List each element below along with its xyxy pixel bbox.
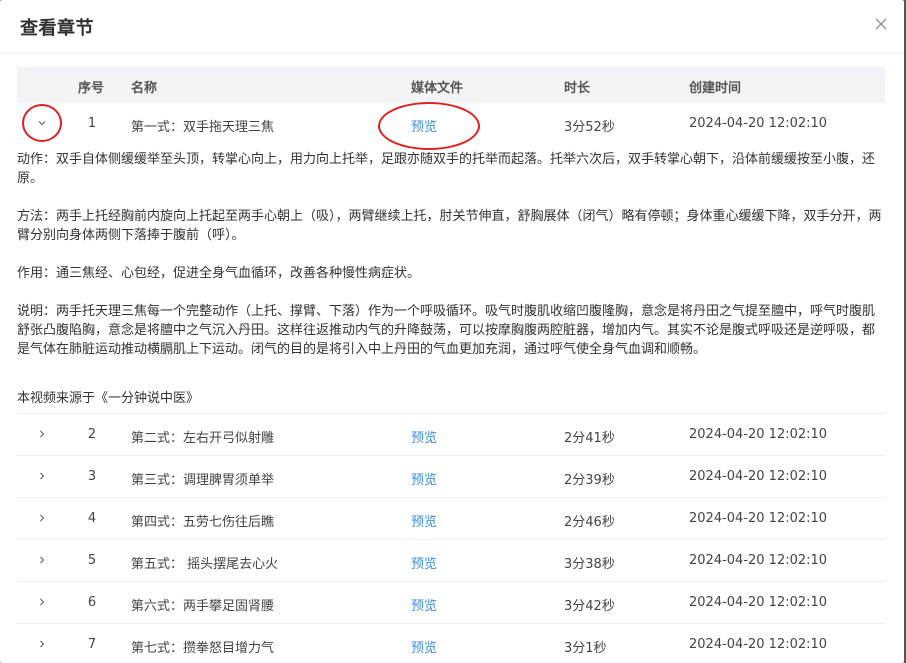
row-duration: 3分52秒 xyxy=(564,120,615,135)
row-created: 2024-04-20 12:02:10 xyxy=(689,553,828,568)
detail-source: 本视频来源于《一分钟说中医》 xyxy=(17,391,200,406)
chevron-down-icon xyxy=(38,121,46,126)
header-created: 创建时间 xyxy=(689,81,742,96)
chevron-right-icon xyxy=(40,472,45,480)
expand-toggle[interactable] xyxy=(31,465,53,487)
chevron-right-icon xyxy=(40,640,45,648)
header-media: 媒体文件 xyxy=(411,81,464,96)
dialog-header: 查看章节 xyxy=(0,0,904,53)
row-index: 7 xyxy=(87,637,97,652)
expand-toggle[interactable] xyxy=(31,507,53,529)
table-row: 3 第三式：调理脾胃须单举 预览 2分39秒 2024-04-20 12:02:… xyxy=(17,456,885,498)
preview-link[interactable]: 预览 xyxy=(411,553,437,572)
row-created: 2024-04-20 12:02:10 xyxy=(689,427,828,442)
expand-toggle[interactable] xyxy=(31,633,53,655)
row-name: 第三式：调理脾胃须单举 xyxy=(131,473,275,488)
preview-link[interactable]: 预览 xyxy=(411,637,437,656)
row-index: 5 xyxy=(87,553,97,568)
row-name: 第七式：攒拳怒目增力气 xyxy=(131,641,275,656)
chapter-table: 序号 名称 媒体文件 时长 创建时间 1 第一式：双手拖天理三焦 预览 3分52… xyxy=(17,67,885,143)
row-created: 2024-04-20 12:02:10 xyxy=(689,595,828,610)
expand-toggle[interactable] xyxy=(31,423,53,445)
row-duration: 3分1秒 xyxy=(564,641,607,656)
table-row: 5 第五式： 摇头摆尾去心火 预览 3分38秒 2024-04-20 12:02… xyxy=(17,540,885,582)
header-duration: 时长 xyxy=(564,81,591,96)
collapsed-rows: 2 第二式：左右开弓似射雕 预览 2分41秒 2024-04-20 12:02:… xyxy=(17,414,885,663)
detail-explanation: 说明：两手托天理三焦每一个完整动作（上托、撑臂、下落）作为一个呼吸循环。吸气时腹… xyxy=(17,304,876,357)
row-index: 3 xyxy=(87,469,97,484)
expand-toggle[interactable] xyxy=(31,112,53,134)
chevron-right-icon xyxy=(40,598,45,606)
row-index: 4 xyxy=(87,511,97,526)
row-duration: 2分39秒 xyxy=(564,473,615,488)
chevron-right-icon xyxy=(40,514,45,522)
row-created: 2024-04-20 12:02:10 xyxy=(689,469,828,484)
header-name: 名称 xyxy=(131,81,158,96)
preview-link[interactable]: 预览 xyxy=(411,511,437,530)
table-row: 6 第六式：两手攀足固肾腰 预览 3分42秒 2024-04-20 12:02:… xyxy=(17,582,885,624)
preview-link[interactable]: 预览 xyxy=(411,469,437,488)
dialog-title: 查看章节 xyxy=(20,18,94,39)
table-header: 序号 名称 媒体文件 时长 创建时间 xyxy=(17,67,885,103)
close-icon[interactable] xyxy=(874,17,890,33)
row-name: 第二式：左右开弓似射雕 xyxy=(131,431,275,446)
row-name: 第一式：双手拖天理三焦 xyxy=(131,120,275,135)
preview-link[interactable]: 预览 xyxy=(411,116,437,135)
expanded-detail: 动作：双手自体侧缓缓举至头顶，转掌心向上，用力向上托举，足跟亦随双手的托举而起落… xyxy=(17,150,885,408)
row-created: 2024-04-20 12:02:10 xyxy=(689,637,828,652)
row-duration: 2分41秒 xyxy=(564,431,615,446)
row-duration: 3分42秒 xyxy=(564,599,615,614)
detail-effect: 作用：通三焦经、心包经，促进全身气血循环，改善各种慢性病症状。 xyxy=(17,266,421,281)
row-duration: 2分46秒 xyxy=(564,515,615,530)
header-index: 序号 xyxy=(78,81,105,96)
preview-link[interactable]: 预览 xyxy=(411,595,437,614)
expand-toggle[interactable] xyxy=(31,549,53,571)
row-name: 第五式： 摇头摆尾去心火 xyxy=(131,557,279,572)
preview-link[interactable]: 预览 xyxy=(411,427,437,446)
row-created: 2024-04-20 12:02:10 xyxy=(689,116,828,131)
row-name: 第四式：五劳七伤往后瞧 xyxy=(131,515,275,530)
row-name: 第六式：两手攀足固肾腰 xyxy=(131,599,275,614)
chevron-right-icon xyxy=(40,556,45,564)
detail-action: 动作：双手自体侧缓缓举至头顶，转掌心向上，用力向上托举，足跟亦随双手的托举而起落… xyxy=(17,152,876,186)
row-index: 2 xyxy=(87,427,97,442)
table-row: 2 第二式：左右开弓似射雕 预览 2分41秒 2024-04-20 12:02:… xyxy=(17,414,885,456)
table-row: 1 第一式：双手拖天理三焦 预览 3分52秒 2024-04-20 12:02:… xyxy=(17,103,885,143)
row-index: 1 xyxy=(87,116,97,131)
detail-method: 方法：两手上托经胸前内旋向上托起至两手心朝上（吸），两臂继续上托，肘关节伸直，舒… xyxy=(17,209,882,243)
table-row: 4 第四式：五劳七伤往后瞧 预览 2分46秒 2024-04-20 12:02:… xyxy=(17,498,885,540)
row-created: 2024-04-20 12:02:10 xyxy=(689,511,828,526)
row-index: 6 xyxy=(87,595,97,610)
table-row: 7 第七式：攒拳怒目增力气 预览 3分1秒 2024-04-20 12:02:1… xyxy=(17,624,885,663)
row-duration: 3分38秒 xyxy=(564,557,615,572)
chapter-dialog: 查看章节 序号 名称 媒体文件 时长 创建时间 1 第一式：双手拖天理三焦 预览… xyxy=(0,0,904,663)
chevron-right-icon xyxy=(40,430,45,438)
expand-toggle[interactable] xyxy=(31,591,53,613)
